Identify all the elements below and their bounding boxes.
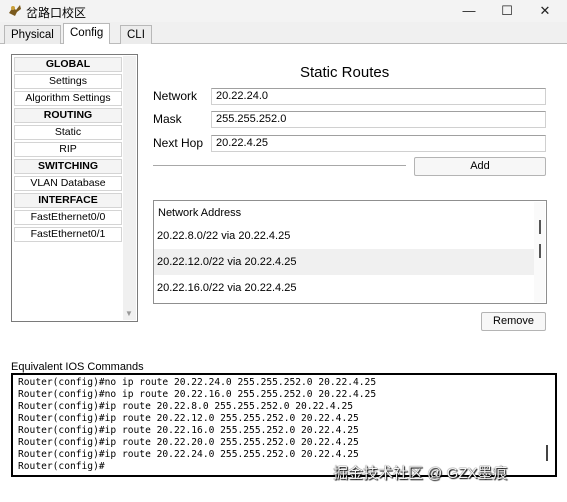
- scrollbar-thumb[interactable]: [539, 220, 541, 234]
- ios-command-line: Router(config)#ip route 20.22.8.0 255.25…: [18, 401, 354, 412]
- tab-physical[interactable]: Physical: [4, 25, 61, 44]
- minimize-button[interactable]: —: [454, 0, 484, 22]
- ios-command-line: Router(config)#no ip route 20.22.24.0 25…: [18, 377, 377, 388]
- nav-section-header: GLOBAL: [14, 57, 122, 72]
- maximize-button[interactable]: ☐: [492, 0, 522, 22]
- window-title: 岔路口校区: [26, 6, 87, 20]
- tab-strip: Physical Config CLI: [0, 22, 567, 45]
- title-bar: 岔路口校区 — ☐ ✕: [0, 0, 567, 22]
- route-row[interactable]: 20.22.16.0/22 via 20.22.4.25: [154, 275, 535, 301]
- ios-command-line: Router(config)#ip route 20.22.24.0 255.2…: [18, 449, 359, 460]
- config-nav-panel: GLOBAL Settings Algorithm Settings ROUTING S…: [11, 54, 138, 322]
- ios-command-line: Router(config)#ip route 20.22.20.0 255.2…: [18, 437, 359, 448]
- nav-item[interactable]: Settings: [14, 74, 122, 89]
- ios-command-line: Router(config)#no ip route 20.22.16.0 25…: [18, 389, 377, 400]
- nav-item[interactable]: RIP: [14, 142, 122, 157]
- nav-section-header: SWITCHING: [14, 159, 122, 174]
- nav-item[interactable]: Static: [14, 125, 122, 140]
- router-app-icon: [9, 5, 21, 16]
- watermark: 掘金技术社区 @ GZX墨痕: [333, 465, 508, 482]
- divider: [153, 165, 406, 167]
- static-routes-title: Static Routes: [300, 64, 390, 81]
- route-list: Network Address 20.22.8.0/22 via 20.22.4…: [153, 200, 547, 304]
- remove-route-button[interactable]: Remove: [481, 312, 546, 331]
- close-button[interactable]: ✕: [530, 0, 560, 22]
- nav-item[interactable]: FastEthernet0/1: [14, 227, 122, 242]
- route-list-scrollbar[interactable]: [534, 202, 545, 302]
- next-hop-label: Next Hop: [153, 136, 204, 150]
- scroll-down-icon[interactable]: ▼: [125, 309, 133, 318]
- tab-config[interactable]: Config: [63, 23, 111, 45]
- nav-section-header: ROUTING: [14, 108, 122, 123]
- route-row[interactable]: 20.22.12.0/22 via 20.22.4.25: [154, 249, 535, 275]
- ios-command-line: Router(config)#ip route 20.22.16.0 255.2…: [18, 425, 359, 436]
- config-nav-list: GLOBAL Settings Algorithm Settings ROUTING S…: [14, 57, 122, 244]
- next-hop-input[interactable]: 20.22.4.25: [211, 135, 546, 152]
- nav-item[interactable]: FastEthernet0/0: [14, 210, 122, 225]
- mask-label: Mask: [153, 112, 182, 126]
- ios-command-line: Router(config)#ip route 20.22.12.0 255.2…: [18, 413, 359, 424]
- nav-section-header: INTERFACE: [14, 193, 122, 208]
- add-route-button[interactable]: Add: [414, 157, 546, 176]
- nav-item[interactable]: Algorithm Settings: [14, 91, 122, 106]
- nav-scrollbar[interactable]: ▼: [123, 56, 136, 320]
- mask-input[interactable]: 255.255.252.0: [211, 111, 546, 128]
- ios-command-line: Router(config)#: [18, 461, 105, 472]
- nav-item[interactable]: VLAN Database: [14, 176, 122, 191]
- network-input[interactable]: 20.22.24.0: [211, 88, 546, 105]
- ios-commands-title: Equivalent IOS Commands: [11, 361, 144, 373]
- route-row[interactable]: 20.22.8.0/22 via 20.22.4.25: [154, 223, 535, 249]
- network-label: Network: [153, 89, 198, 103]
- config-content: GLOBAL Settings Algorithm Settings ROUTING S…: [0, 44, 567, 502]
- tab-cli[interactable]: CLI: [120, 25, 152, 44]
- console-scrollbar-thumb[interactable]: [546, 445, 548, 461]
- route-list-header: Network Address: [158, 207, 242, 219]
- scrollbar-thumb[interactable]: [539, 244, 541, 258]
